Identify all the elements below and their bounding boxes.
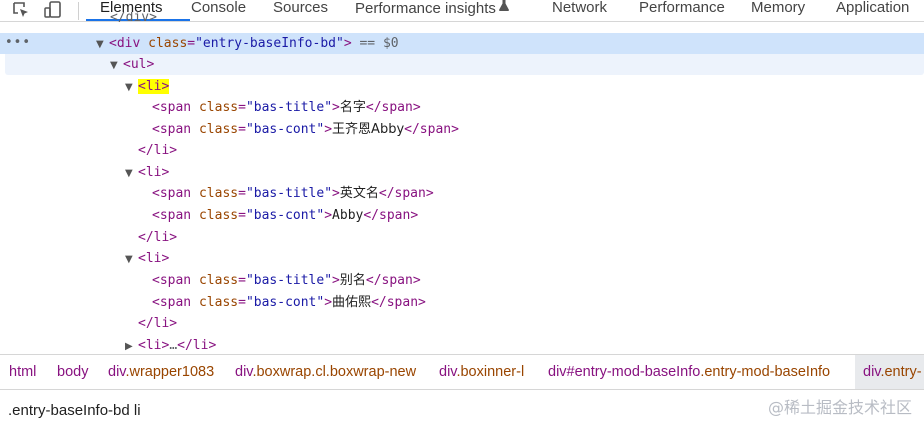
dom-node-span[interactable]: <span class="bas-title">别名</span> xyxy=(152,270,421,292)
tab-performance[interactable]: Performance xyxy=(639,0,725,19)
breadcrumb-html[interactable]: html xyxy=(9,355,36,389)
selected-eq-marker: == $0 xyxy=(351,36,399,51)
cut-off-line: </div> xyxy=(110,12,157,24)
breadcrumb-boxinner[interactable]: div.boxinner-l xyxy=(439,355,524,389)
tab-memory[interactable]: Memory xyxy=(751,0,805,19)
tab-sources[interactable]: Sources xyxy=(273,0,328,19)
dom-node-span[interactable]: <span class="bas-cont">Abby</span> xyxy=(152,205,418,227)
dom-node-span[interactable]: <span class="bas-cont">曲佑熙</span> xyxy=(152,292,426,314)
tab-network[interactable]: Network xyxy=(552,0,607,19)
search-match-highlight: <li> xyxy=(138,79,170,94)
collapsed-ellipsis[interactable]: … xyxy=(169,338,177,353)
dom-node-span[interactable]: <span class="bas-title">英文名</span> xyxy=(152,183,434,205)
dom-node-li[interactable]: ▼ <li> xyxy=(125,248,169,270)
expand-arrow-icon[interactable]: ▼ xyxy=(125,163,138,185)
toolbar-separator xyxy=(78,2,79,20)
search-input[interactable] xyxy=(8,396,698,424)
flask-icon xyxy=(498,0,509,19)
inspect-element-icon[interactable] xyxy=(10,0,32,20)
expand-arrow-icon[interactable]: ▼ xyxy=(125,249,138,271)
dom-node-li-close[interactable]: </li> xyxy=(138,227,177,249)
expand-arrow-icon[interactable]: ▼ xyxy=(110,55,123,77)
expand-arrow-icon[interactable]: ▼ xyxy=(125,77,138,99)
search-bar: @稀土掘金技术社区 xyxy=(0,390,924,431)
breadcrumb-body[interactable]: body xyxy=(57,355,88,389)
tab-console[interactable]: Console xyxy=(191,0,246,19)
dom-node-li[interactable]: ▼ <li> xyxy=(125,76,170,99)
dom-node-li-close[interactable]: </li> xyxy=(138,140,177,162)
breadcrumb-entry-mod[interactable]: div#entry-mod-baseInfo.entry-mod-baseInf… xyxy=(548,355,830,389)
more-actions-icon[interactable]: ••• xyxy=(5,33,31,54)
dom-node-span[interactable]: <span class="bas-cont">王齐恩Abby</span> xyxy=(152,119,459,141)
dom-node-li-close[interactable]: </li> xyxy=(138,313,177,335)
dom-node-li[interactable]: ▼ <li> xyxy=(125,162,169,184)
watermark: @稀土掘金技术社区 xyxy=(767,398,912,417)
expand-arrow-icon[interactable]: ▼ xyxy=(96,34,109,56)
dom-node-span[interactable]: <span class="bas-title">名字</span> xyxy=(152,97,421,119)
tab-application[interactable]: Application xyxy=(836,0,909,19)
dom-tree: </div> ••• ▼ <div class="entry-baseInfo-b… xyxy=(0,12,924,354)
dom-node-ul[interactable]: ▼ <ul> xyxy=(110,54,154,76)
breadcrumb-wrapper[interactable]: div.wrapper1083 xyxy=(108,355,214,389)
breadcrumb-boxwrap[interactable]: div.boxwrap.cl.boxwrap-new xyxy=(235,355,416,389)
tab-performance-insights[interactable]: Performance insights xyxy=(355,0,509,19)
breadcrumb: html body div.wrapper1083 div.boxwrap.cl… xyxy=(0,354,924,390)
device-toggle-icon[interactable] xyxy=(43,0,65,20)
tab-performance-insights-label: Performance insights xyxy=(355,0,496,17)
breadcrumb-entry-current[interactable]: div.entry- xyxy=(855,355,924,389)
dom-node-div[interactable]: ▼ <div class="entry-baseInfo-bd"> == $0 xyxy=(96,33,399,55)
